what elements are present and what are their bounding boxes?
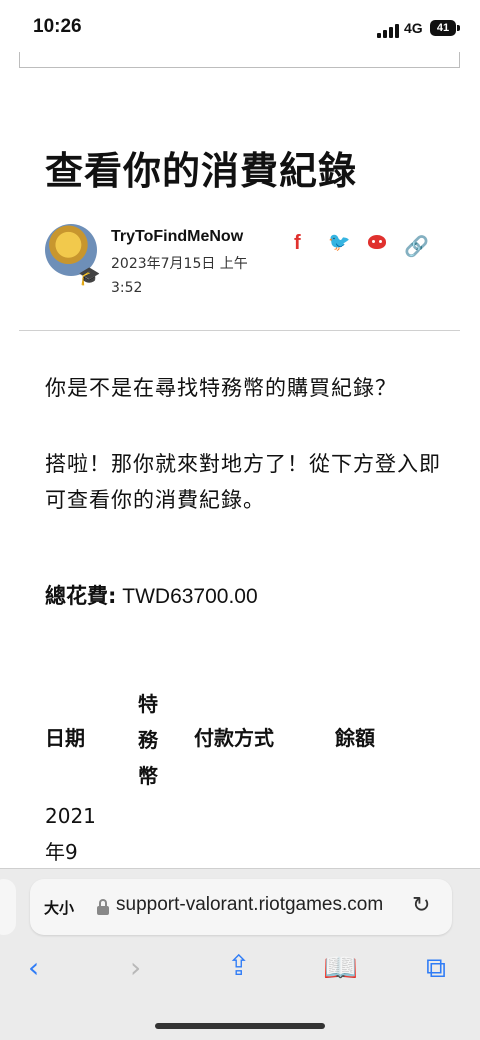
battery-icon: 41 xyxy=(430,20,456,36)
network-type: 4G xyxy=(404,20,423,36)
share-icon[interactable]: ⇪ xyxy=(227,949,250,982)
home-indicator xyxy=(155,1023,325,1029)
tabs-icon[interactable]: ⧉ xyxy=(426,951,446,985)
header-coins: 特務幣 xyxy=(138,692,158,788)
facebook-icon[interactable]: f xyxy=(294,232,301,255)
battery-tip xyxy=(457,25,460,31)
intro-paragraph: 你是不是在尋找特務幣的購買紀錄？ xyxy=(45,376,397,400)
link-icon[interactable]: 🔗 xyxy=(404,234,429,259)
status-time: 10:26 xyxy=(33,16,82,37)
previous-tab-stub[interactable] xyxy=(0,879,16,935)
header-frame xyxy=(19,52,460,68)
graduation-cap-icon: 🎓 xyxy=(78,266,101,287)
total-spent: 總花費: TWD63700.00 xyxy=(45,580,258,610)
bookmarks-icon[interactable]: 📖 xyxy=(323,951,358,984)
url-text[interactable]: support-valorant.riotgames.com xyxy=(116,894,383,916)
post-date: 2023年7月15日 上午 3:52 xyxy=(111,256,248,296)
header-payment: 付款方式 xyxy=(194,726,274,750)
forward-icon[interactable]: › xyxy=(130,951,141,984)
reload-icon[interactable]: ↻ xyxy=(412,893,430,918)
status-bar: 10:26 4G 41 xyxy=(0,0,480,58)
table-cell-date: 2021年9 xyxy=(45,804,96,864)
address-bar[interactable]: 大小 support-valorant.riotgames.com ↻ xyxy=(30,879,452,935)
total-value: TWD63700.00 xyxy=(122,585,258,608)
page-title: 查看你的消費紀錄 xyxy=(45,149,358,193)
divider xyxy=(19,330,460,331)
login-paragraph: 搭啦！那你就來對地方了！從下方登入即可查看你的消費紀錄。 xyxy=(45,452,441,512)
text-size-button[interactable]: 大小 xyxy=(44,897,74,918)
total-label: 總花費: xyxy=(45,584,117,608)
lock-icon xyxy=(96,899,110,915)
browser-toolbar: 大小 support-valorant.riotgames.com ↻ ‹ › … xyxy=(0,868,480,1040)
header-balance: 餘額 xyxy=(335,726,375,750)
twitter-icon[interactable]: 🐦 xyxy=(328,232,350,253)
signal-icon xyxy=(377,24,399,38)
back-icon[interactable]: ‹ xyxy=(28,951,39,984)
reddit-icon[interactable] xyxy=(368,235,386,249)
header-date: 日期 xyxy=(45,726,85,750)
author-name[interactable]: TryToFindMeNow xyxy=(111,228,243,246)
